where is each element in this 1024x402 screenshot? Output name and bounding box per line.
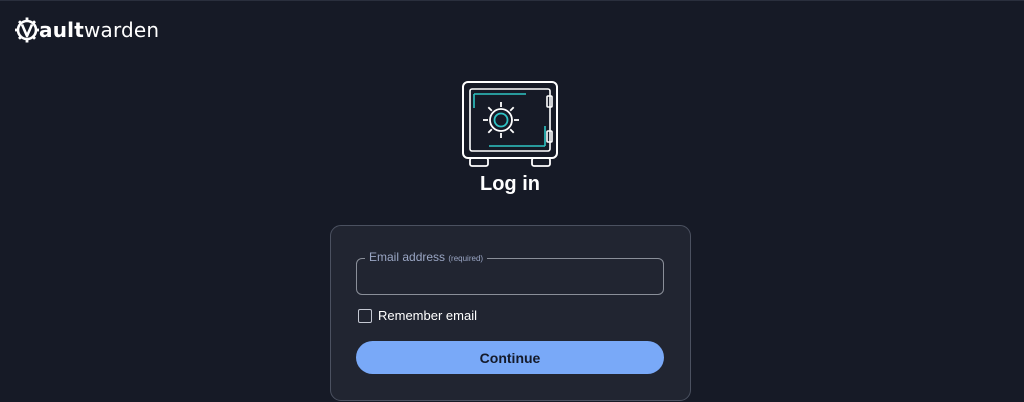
safe-vault-icon [461, 80, 559, 173]
email-input[interactable] [357, 259, 663, 294]
vaultwarden-gear-v-icon [15, 17, 39, 43]
vaultwarden-logo[interactable]: aultwarden [15, 14, 159, 46]
brand-light: warden [83, 18, 160, 42]
login-card: Email address (required) Remember email … [330, 225, 691, 401]
continue-button[interactable]: Continue [356, 341, 664, 374]
email-label: Email address (required) [365, 250, 488, 264]
remember-email-checkbox[interactable] [358, 308, 372, 323]
page-title: Log in [480, 173, 540, 195]
email-field[interactable]: Email address (required) [356, 250, 664, 295]
email-label-text: Email address [369, 250, 446, 264]
remember-email-label: Remember email [378, 308, 477, 323]
required-indicator: (required) [448, 254, 484, 263]
brand-bold: ault [39, 18, 84, 42]
top-border [0, 0, 1024, 1]
brand-name: aultwarden [39, 14, 159, 46]
remember-email-option[interactable]: Remember email [358, 308, 477, 323]
